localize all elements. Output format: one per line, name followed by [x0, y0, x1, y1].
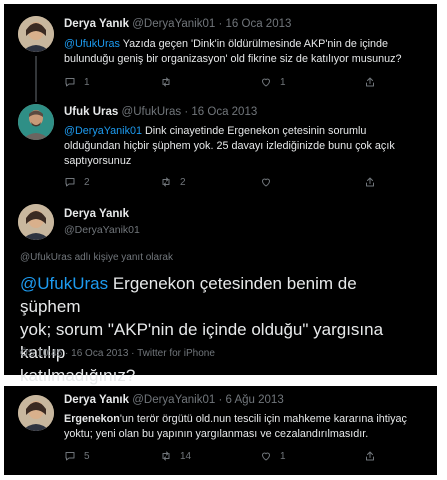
reply-count: 1	[84, 76, 90, 88]
retweet-button[interactable]: 14	[160, 450, 191, 462]
share-button[interactable]	[364, 176, 384, 188]
reply-icon	[65, 78, 75, 87]
like-count: 1	[280, 76, 286, 88]
mention-link[interactable]: @UfukUras	[20, 274, 108, 293]
separator: ·	[218, 394, 223, 406]
avatar[interactable]	[18, 204, 54, 240]
tweet-thread-panel: Derya Yanık @DeryaYanik01 · 16 Oca 2013 …	[4, 4, 437, 385]
like-icon	[262, 178, 270, 187]
reply-icon	[65, 452, 75, 461]
tweet-panel: Derya Yanık @DeryaYanik01 · 6 Ağu 2013 E…	[4, 386, 437, 475]
avatar[interactable]	[18, 395, 54, 431]
retweet-count: 14	[180, 450, 192, 462]
tweet-date[interactable]: 16 Oca 2013	[191, 106, 257, 118]
author-handle[interactable]: @UfukUras	[122, 106, 182, 118]
author-name[interactable]: Derya Yanık	[64, 18, 129, 30]
like-button[interactable]	[260, 176, 280, 188]
reply-count: 5	[84, 450, 90, 462]
tweet-text: @UfukUras Yazıda geçen 'Dink'in öldürülm…	[64, 38, 402, 65]
reply-icon	[65, 178, 75, 187]
reply-button[interactable]: 2	[64, 176, 90, 188]
retweet-button[interactable]: 2	[160, 176, 186, 188]
avatar[interactable]	[18, 16, 54, 52]
author-name[interactable]: Derya Yanık	[64, 394, 129, 406]
tweet-date[interactable]: 6 Ağu 2013	[226, 394, 284, 406]
thread-line	[35, 56, 37, 102]
avatar[interactable]	[18, 104, 54, 140]
tweet-actions: 5 14 1	[64, 450, 424, 464]
tweet-actions: 1 1	[64, 76, 424, 90]
like-icon	[262, 78, 270, 87]
tweet-actions: 2 2	[64, 176, 424, 190]
mention-link[interactable]: @UfukUras	[64, 38, 120, 50]
author-handle[interactable]: @DeryaYanik01	[132, 18, 215, 30]
author-name[interactable]: Ufuk Uras	[64, 106, 118, 118]
avatar-image	[18, 104, 54, 140]
mention-link[interactable]: @DeryaYanik01	[64, 125, 142, 137]
avatar-image	[18, 395, 54, 431]
tweet-header: Derya Yanık @DeryaYanik01 · 6 Ağu 2013	[64, 394, 284, 406]
author-handle[interactable]: @DeryaYanik01	[132, 394, 215, 406]
avatar-image	[18, 16, 54, 52]
author-name[interactable]: Derya Yanık	[64, 208, 129, 220]
retweet-count: 2	[180, 176, 186, 188]
author-handle[interactable]: @DeryaYanik01	[64, 224, 140, 236]
share-button[interactable]	[364, 450, 384, 462]
reply-button[interactable]: 5	[64, 450, 90, 462]
like-button[interactable]: 1	[260, 450, 286, 462]
tweet-text: Ergenekon'un terör örgütü old.nun tescil…	[64, 413, 407, 440]
reply-context[interactable]: @UfukUras adlı kişiye yanıt olarak	[20, 252, 173, 263]
like-button[interactable]: 1	[260, 76, 286, 88]
tweet-text: @DeryaYanik01 Dink cinayetinde Ergenekon…	[64, 125, 395, 167]
tweet-date[interactable]: 16 Oca 2013	[226, 18, 292, 30]
reply-button[interactable]: 1	[64, 76, 90, 88]
retweet-icon	[162, 451, 170, 461]
separator: ·	[184, 106, 189, 118]
bold-keyword: Ergenekon	[64, 413, 120, 425]
tweet-text: @UfukUras Ergenekon çetesinden benim de …	[20, 274, 384, 385]
share-icon	[366, 77, 374, 87]
share-icon	[366, 177, 374, 187]
share-button[interactable]	[364, 76, 384, 88]
tweet-header: Derya Yanık @DeryaYanik01 · 16 Oca 2013	[64, 18, 291, 30]
retweet-icon	[162, 77, 170, 87]
tweet-header: Ufuk Uras @UfukUras · 16 Oca 2013	[64, 106, 257, 118]
tweet-timestamp[interactable]: ÖS 10:45 · 16 Oca 2013 · Twitter for iPh…	[20, 348, 215, 359]
retweet-button[interactable]	[160, 76, 180, 88]
like-icon	[262, 452, 270, 461]
separator: ·	[218, 18, 223, 30]
reply-count: 2	[84, 176, 90, 188]
avatar-image	[18, 204, 54, 240]
like-count: 1	[280, 450, 286, 462]
retweet-icon	[162, 177, 170, 187]
share-icon	[366, 451, 374, 461]
